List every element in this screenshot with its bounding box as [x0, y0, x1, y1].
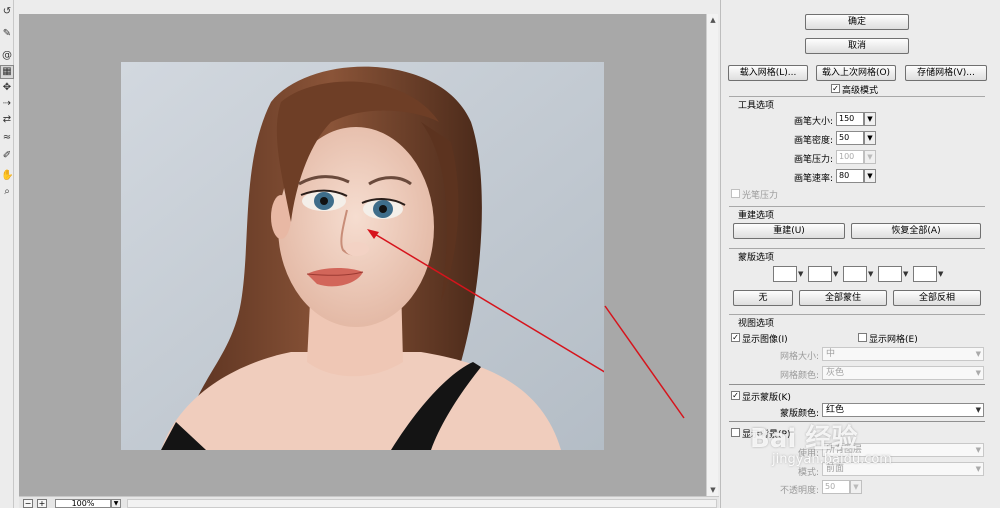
opacity-field: 50: [822, 480, 850, 494]
chevron-down-icon: ▼: [864, 150, 876, 164]
chevron-down-icon[interactable]: ▼: [833, 270, 838, 278]
mask-options-title: 蒙版选项: [738, 253, 775, 263]
chevron-down-icon: ▼: [975, 406, 981, 414]
chevron-down-icon[interactable]: ▼: [868, 270, 873, 278]
intersect-selection-icon[interactable]: [878, 266, 902, 282]
chevron-down-icon[interactable]: ▼: [111, 499, 121, 508]
hand-icon[interactable]: ✋: [1, 170, 13, 182]
zoom-level-field[interactable]: 100%: [55, 499, 111, 508]
mask-all-button[interactable]: 全部蒙住: [799, 290, 887, 306]
vertical-scrollbar[interactable]: ▲ ▼: [706, 14, 718, 496]
reconstruct-button[interactable]: 重建(U): [733, 223, 845, 239]
invert-selection-icon[interactable]: [913, 266, 937, 282]
chevron-down-icon: ▼: [975, 446, 981, 454]
stylus-pressure-label: 光笔压力: [742, 191, 779, 201]
mask-color-select[interactable]: 红色 ▼: [822, 403, 984, 417]
show-mask-checkbox[interactable]: ✓: [731, 391, 740, 400]
chevron-down-icon[interactable]: ▼: [798, 270, 803, 278]
smooth-icon[interactable]: ✎: [1, 28, 13, 40]
scroll-down-icon[interactable]: ▼: [707, 484, 719, 496]
opacity-label: 不透明度:: [779, 486, 819, 496]
mesh-color-value: 灰色: [826, 368, 845, 378]
restore-all-button[interactable]: 恢复全部(A): [851, 223, 981, 239]
chevron-down-icon[interactable]: ▼: [864, 169, 876, 183]
bloat-icon[interactable]: ✥: [1, 82, 13, 94]
chevron-down-icon: ▼: [975, 369, 981, 377]
zoom-in-button[interactable]: +: [37, 499, 47, 508]
brush-rate-label: 画笔速率:: [793, 174, 833, 184]
brush-density-label: 画笔密度:: [793, 136, 833, 146]
horizontal-scrollbar[interactable]: [127, 499, 717, 508]
advanced-mode-checkbox[interactable]: ✓: [831, 84, 840, 93]
turbulence-icon[interactable]: ≈: [1, 132, 13, 144]
mesh-color-label: 网格颜色:: [779, 371, 819, 381]
brush-size-field[interactable]: 150: [836, 112, 864, 126]
mesh-color-select: 灰色 ▼: [822, 366, 984, 380]
mask-none-button[interactable]: 无: [733, 290, 793, 306]
mask-color-value: 红色: [826, 405, 845, 415]
ok-button[interactable]: 确定: [805, 14, 909, 30]
scroll-up-icon[interactable]: ▲: [707, 14, 719, 26]
add-to-selection-icon[interactable]: [808, 266, 832, 282]
show-mesh-label: 显示网格(E): [869, 335, 918, 345]
preview-canvas[interactable]: [19, 14, 706, 496]
subtract-from-selection-icon[interactable]: [843, 266, 867, 282]
pucker-icon[interactable]: ▦: [0, 65, 14, 79]
twirl-icon[interactable]: @: [1, 50, 13, 62]
stylus-pressure-checkbox: [731, 189, 740, 198]
divider: [729, 384, 985, 385]
save-mesh-button[interactable]: 存储网格(V)...: [905, 65, 987, 81]
mesh-size-select: 中 ▼: [822, 347, 984, 361]
reconstruct-icon[interactable]: ↺: [1, 6, 13, 18]
mesh-size-label: 网格大小:: [779, 352, 819, 362]
mirror-icon[interactable]: ⇄: [1, 114, 13, 126]
load-mesh-button[interactable]: 载入网格(L)...: [728, 65, 808, 81]
show-mask-label: 显示蒙版(K): [742, 393, 791, 403]
brush-rate-field[interactable]: 80: [836, 169, 864, 183]
brush-size-label: 画笔大小:: [793, 117, 833, 127]
watermark-logo: Bai 经验: [750, 424, 858, 454]
brush-density-field[interactable]: 50: [836, 131, 864, 145]
replace-selection-icon[interactable]: [773, 266, 797, 282]
chevron-down-icon: ▼: [850, 480, 862, 494]
show-image-label: 显示图像(I): [742, 335, 788, 345]
chevron-down-icon[interactable]: ▼: [864, 112, 876, 126]
reconstruct-title: 重建选项: [738, 211, 775, 221]
advanced-mode-label: 高级模式: [842, 86, 879, 96]
brush-pressure-label: 画笔压力:: [793, 155, 833, 165]
push-left-icon[interactable]: ⇢: [1, 98, 13, 110]
show-mesh-checkbox[interactable]: [858, 333, 867, 342]
portrait-image[interactable]: [121, 62, 604, 450]
zoom-out-button[interactable]: −: [23, 499, 33, 508]
zoom-icon[interactable]: ⌕: [1, 186, 13, 198]
chevron-down-icon: ▼: [975, 350, 981, 358]
cancel-button[interactable]: 取消: [805, 38, 909, 54]
chevron-down-icon[interactable]: ▼: [903, 270, 908, 278]
mesh-size-value: 中: [826, 349, 836, 359]
chevron-down-icon: ▼: [975, 465, 981, 473]
load-last-mesh-button[interactable]: 载入上次网格(O): [816, 65, 896, 81]
freeze-mask-icon[interactable]: ✐: [1, 150, 13, 162]
invert-all-button[interactable]: 全部反相: [893, 290, 981, 306]
view-options-title: 视图选项: [738, 319, 775, 329]
show-image-checkbox[interactable]: ✓: [731, 333, 740, 342]
watermark-url: jingyan.baidu.com: [772, 452, 892, 467]
tool-options-title: 工具选项: [738, 101, 775, 111]
chevron-down-icon[interactable]: ▼: [938, 270, 943, 278]
status-bar: − + 100% ▼: [19, 496, 719, 508]
brush-pressure-field: 100: [836, 150, 864, 164]
tool-palette: ↺ ✎ @ ▦ ✥ ⇢ ⇄ ≈ ✐ ✋ ⌕: [0, 0, 14, 508]
chevron-down-icon[interactable]: ▼: [864, 131, 876, 145]
show-backdrop-checkbox[interactable]: [731, 428, 740, 437]
